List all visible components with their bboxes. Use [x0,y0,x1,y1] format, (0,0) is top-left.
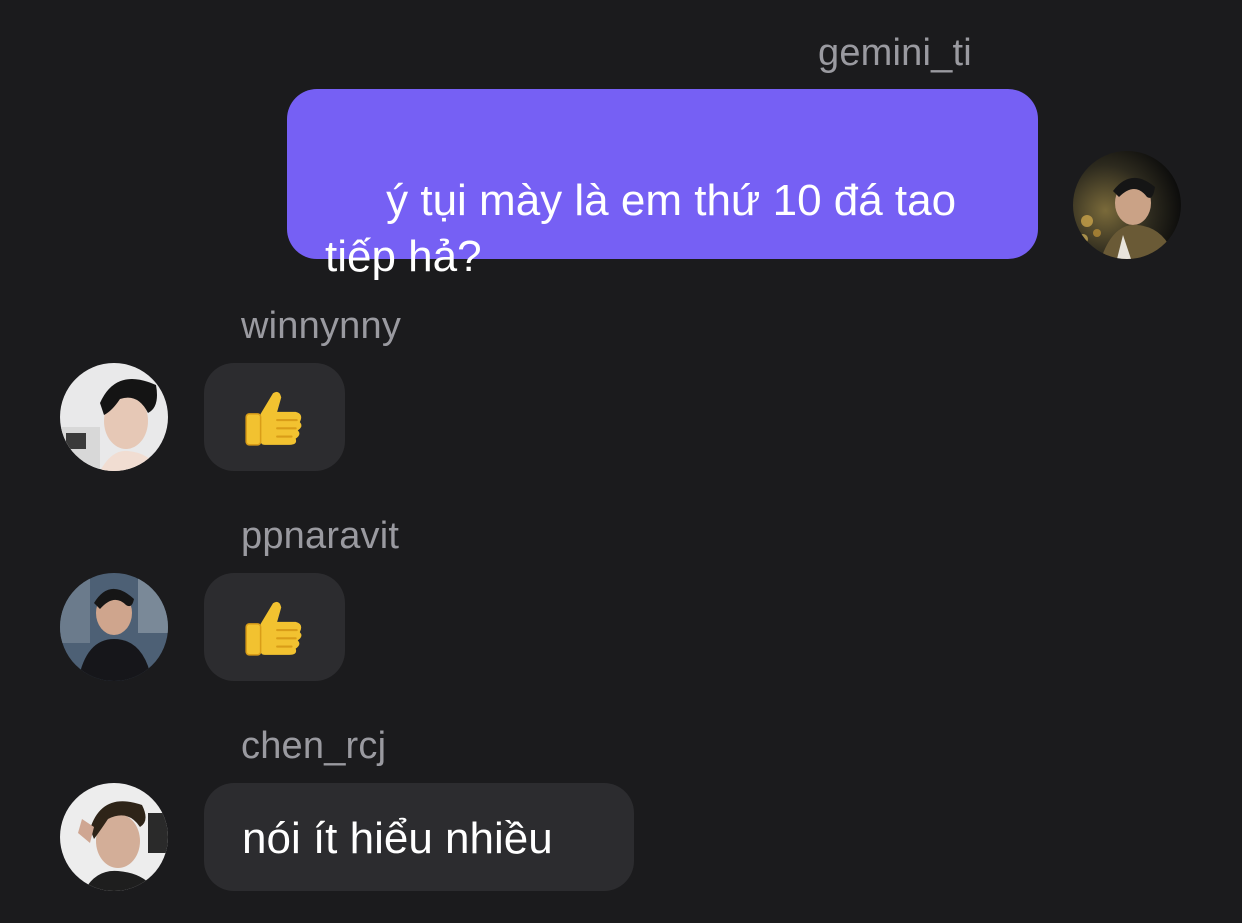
avatar-photo [60,783,168,891]
avatar-gemini_ti[interactable] [1073,151,1181,259]
message-text: nói ít hiểu nhiều [242,814,553,863]
message-bubble-outgoing[interactable]: ý tụi mày là em thứ 10 đá tao tiếp hả? [287,89,1038,281]
reaction-bubble[interactable] [204,573,345,681]
avatar-chen_rcj[interactable] [60,783,168,891]
chat-thread: gemini_ti ý tụi mày là em thứ 10 đá tao … [0,0,1242,923]
avatar-photo [60,363,168,471]
avatar-photo [1073,151,1181,259]
reaction-bubble[interactable] [204,363,345,471]
thumbs-up-icon [245,601,302,656]
sender-name: ppnaravit [241,515,400,557]
sender-name: winnynny [241,305,402,347]
sender-name: chen_rcj [241,725,387,767]
thumbs-up-icon [245,391,302,446]
avatar-photo [60,573,168,681]
avatar-winnynny[interactable] [60,363,168,471]
message-text: ý tụi mày là em thứ 10 đá tao tiếp hả? [325,176,969,281]
message-bubble-incoming[interactable]: nói ít hiểu nhiều [204,783,634,891]
sender-name: gemini_ti [818,32,972,74]
avatar-ppnaravit[interactable] [60,573,168,681]
